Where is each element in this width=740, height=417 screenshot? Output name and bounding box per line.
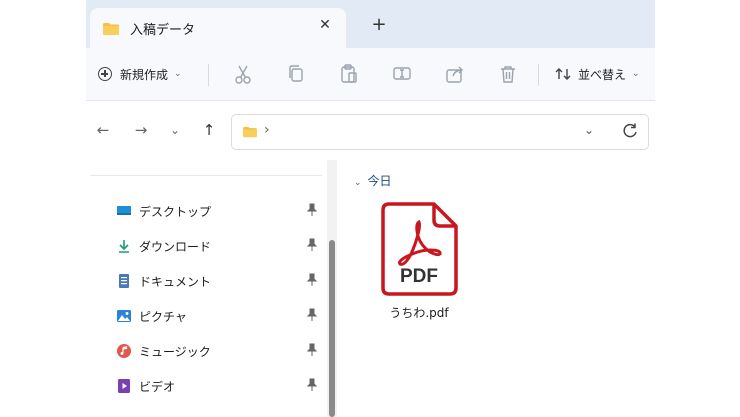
pin-icon[interactable]: [306, 378, 318, 392]
sidebar-item-label: ピクチャ: [139, 310, 187, 324]
forward-button[interactable]: →: [132, 121, 150, 139]
videos-icon: [118, 379, 130, 393]
sidebar-item-music[interactable]: ミュージック: [116, 340, 326, 362]
folder-icon: [103, 23, 119, 35]
download-icon: [119, 240, 129, 253]
new-icon: [98, 67, 112, 81]
sidebar-item-label: ミュージック: [139, 345, 211, 359]
pin-icon[interactable]: [306, 238, 318, 252]
copy-icon[interactable]: [284, 62, 308, 86]
sidebar-item-label: デスクトップ: [139, 205, 212, 219]
paste-icon[interactable]: [337, 62, 361, 86]
rename-icon[interactable]: [390, 62, 414, 86]
sidebar-item-videos[interactable]: ビデオ: [116, 375, 326, 397]
pin-icon[interactable]: [306, 343, 318, 357]
delete-icon[interactable]: [496, 62, 520, 86]
recent-locations-button[interactable]: ⌄: [166, 123, 184, 137]
share-icon[interactable]: [443, 62, 467, 86]
pin-icon[interactable]: [306, 273, 318, 287]
folder-icon: [243, 126, 257, 138]
music-icon: [117, 344, 131, 358]
pdf-badge: PDF: [400, 266, 438, 287]
desktop-icon: [117, 206, 131, 215]
pin-icon[interactable]: [306, 308, 318, 322]
refresh-icon[interactable]: [620, 121, 640, 141]
documents-icon: [119, 274, 129, 288]
file-name: うちわ.pdf: [389, 306, 449, 320]
group-header[interactable]: ⌄ 今日: [354, 172, 392, 189]
navigation-row: ← → ⌄ ↑ › ⌄: [86, 101, 655, 159]
sidebar-item-documents[interactable]: ドキュメント: [116, 270, 326, 292]
chevron-down-icon: ⌄: [174, 69, 182, 79]
pdf-file-icon: PDF: [381, 202, 458, 296]
pin-icon[interactable]: [306, 203, 318, 217]
new-button-label: 新規作成: [120, 67, 169, 82]
sidebar-item-downloads[interactable]: ダウンロード: [116, 235, 326, 257]
back-button[interactable]: ←: [94, 121, 112, 139]
tab-active[interactable]: 入稿データ ✕: [90, 8, 346, 48]
cut-icon[interactable]: [231, 62, 255, 86]
file-list-pane: ⌄ 今日 PDF うちわ.pdf: [338, 160, 655, 417]
toolbar-separator: [208, 64, 209, 86]
pane-divider: [90, 175, 322, 176]
toolbar-separator: [538, 64, 539, 86]
new-tab-button[interactable]: +: [369, 14, 389, 35]
sidebar-item-pictures[interactable]: ピクチャ: [116, 305, 326, 327]
command-bar: 新規作成 ⌄ 並べ替え ⌄: [86, 48, 655, 101]
sort-button[interactable]: 並べ替え ⌄: [554, 62, 640, 86]
pictures-icon: [117, 310, 131, 322]
tab-strip: 入稿データ ✕ +: [86, 0, 655, 48]
file-item[interactable]: PDF うちわ.pdf: [378, 200, 460, 322]
breadcrumb-separator[interactable]: ›: [264, 122, 270, 138]
sidebar-item-label: ダウンロード: [139, 240, 212, 254]
group-header-label: 今日: [367, 174, 392, 188]
chevron-down-icon: ⌄: [354, 178, 362, 188]
file-explorer-window: 入稿データ ✕ + 新規作成 ⌄ 並べ替え ⌄ ← → ⌄ ↑ › ⌄ デスクト…: [86, 0, 655, 417]
up-button[interactable]: ↑: [200, 121, 218, 139]
tab-title: 入稿データ: [130, 23, 196, 38]
sort-button-label: 並べ替え: [578, 67, 627, 82]
sidebar-item-label: ドキュメント: [139, 275, 212, 289]
address-dropdown-icon[interactable]: ⌄: [584, 123, 594, 137]
sidebar-scrollbar-thumb[interactable]: [329, 240, 335, 417]
close-tab-icon[interactable]: ✕: [316, 17, 334, 33]
sort-icon: [555, 68, 571, 80]
new-button[interactable]: 新規作成 ⌄: [98, 62, 182, 86]
sidebar-item-desktop[interactable]: デスクトップ: [116, 200, 326, 222]
chevron-down-icon: ⌄: [632, 69, 640, 79]
address-bar[interactable]: › ⌄: [231, 114, 649, 150]
sidebar-item-label: ビデオ: [139, 380, 176, 394]
